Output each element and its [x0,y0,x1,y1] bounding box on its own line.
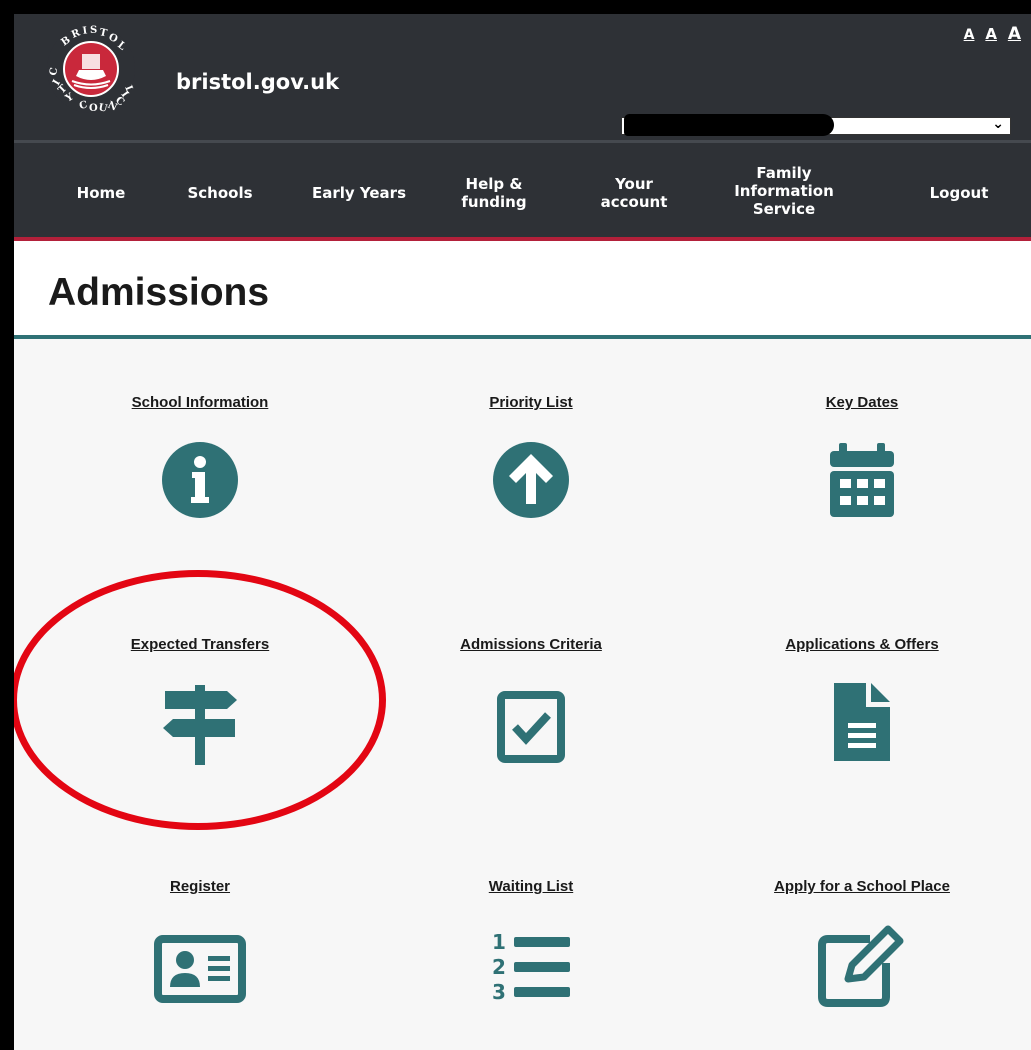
tile-register[interactable]: Register [50,878,350,1005]
edit-icon [818,925,904,1007]
nav-family-information-service[interactable]: Family Information Service [719,164,849,218]
tile-label[interactable]: Apply for a School Place [712,878,1012,895]
nav-logout[interactable]: Logout [914,184,1004,202]
tile-priority-list[interactable]: Priority List [381,394,681,521]
nav-help-funding[interactable]: Help & funding [454,175,534,211]
tile-label[interactable]: Applications & Offers [712,636,1012,653]
arrow-up-circle-icon [493,442,569,518]
text-size-small-link[interactable]: A [964,27,975,43]
tile-waiting-list[interactable]: Waiting List 123 [381,878,681,1007]
document-icon [834,683,890,761]
text-size-controls: A A A [958,24,1021,44]
redaction-mark [624,114,834,136]
svg-text:3: 3 [492,980,506,1004]
chevron-down-icon: ⌄ [992,116,1004,132]
tile-label[interactable]: Waiting List [381,878,681,895]
tile-label[interactable]: Expected Transfers [50,636,350,653]
numbered-list-icon: 123 [492,930,570,1004]
tile-label[interactable]: Priority List [381,394,681,411]
tile-apply-for-a-school-place[interactable]: Apply for a School Place [712,878,1012,1007]
calendar-icon [830,443,894,517]
text-size-large-link[interactable]: A [1008,24,1021,44]
info-circle-icon [162,442,238,518]
tile-key-dates[interactable]: Key Dates [712,394,1012,521]
page-title: Admissions [48,271,270,314]
text-size-medium-link[interactable]: A [985,25,997,43]
svg-text:1: 1 [492,930,506,954]
tile-label[interactable]: School Information [50,394,350,411]
id-card-icon [154,935,246,1003]
tile-label[interactable]: Admissions Criteria [381,636,681,653]
nav-home[interactable]: Home [66,184,136,202]
tile-label[interactable]: Key Dates [712,394,1012,411]
title-bar: Admissions [14,241,1031,339]
site-name-link[interactable]: bristol.gov.uk [176,70,339,94]
nav-your-account[interactable]: Your account [589,175,679,211]
nav-schools[interactable]: Schools [180,184,260,202]
checkbox-icon [497,691,565,763]
tile-applications-offers[interactable]: Applications & Offers [712,636,1012,765]
page: B R I S T O L C I T Y C O U N C I L bris… [14,14,1031,1050]
svg-text:2: 2 [492,955,506,979]
tile-expected-transfers[interactable]: Expected Transfers [50,636,350,769]
site-header: B R I S T O L C I T Y C O U N C I L bris… [14,14,1031,140]
tile-label[interactable]: Register [50,878,350,895]
tile-admissions-criteria[interactable]: Admissions Criteria [381,636,681,765]
svg-text:S: S [90,25,97,36]
bristol-city-council-logo[interactable]: B R I S T O L C I T Y C O U N C I L [46,24,136,114]
main-navigation: Home Schools Early Years Help & funding … [14,140,1031,241]
tile-school-information[interactable]: School Information [50,394,350,521]
signpost-icon [163,685,237,765]
nav-early-years[interactable]: Early Years [304,184,414,202]
language-select[interactable]: ⌄ [621,114,1011,136]
